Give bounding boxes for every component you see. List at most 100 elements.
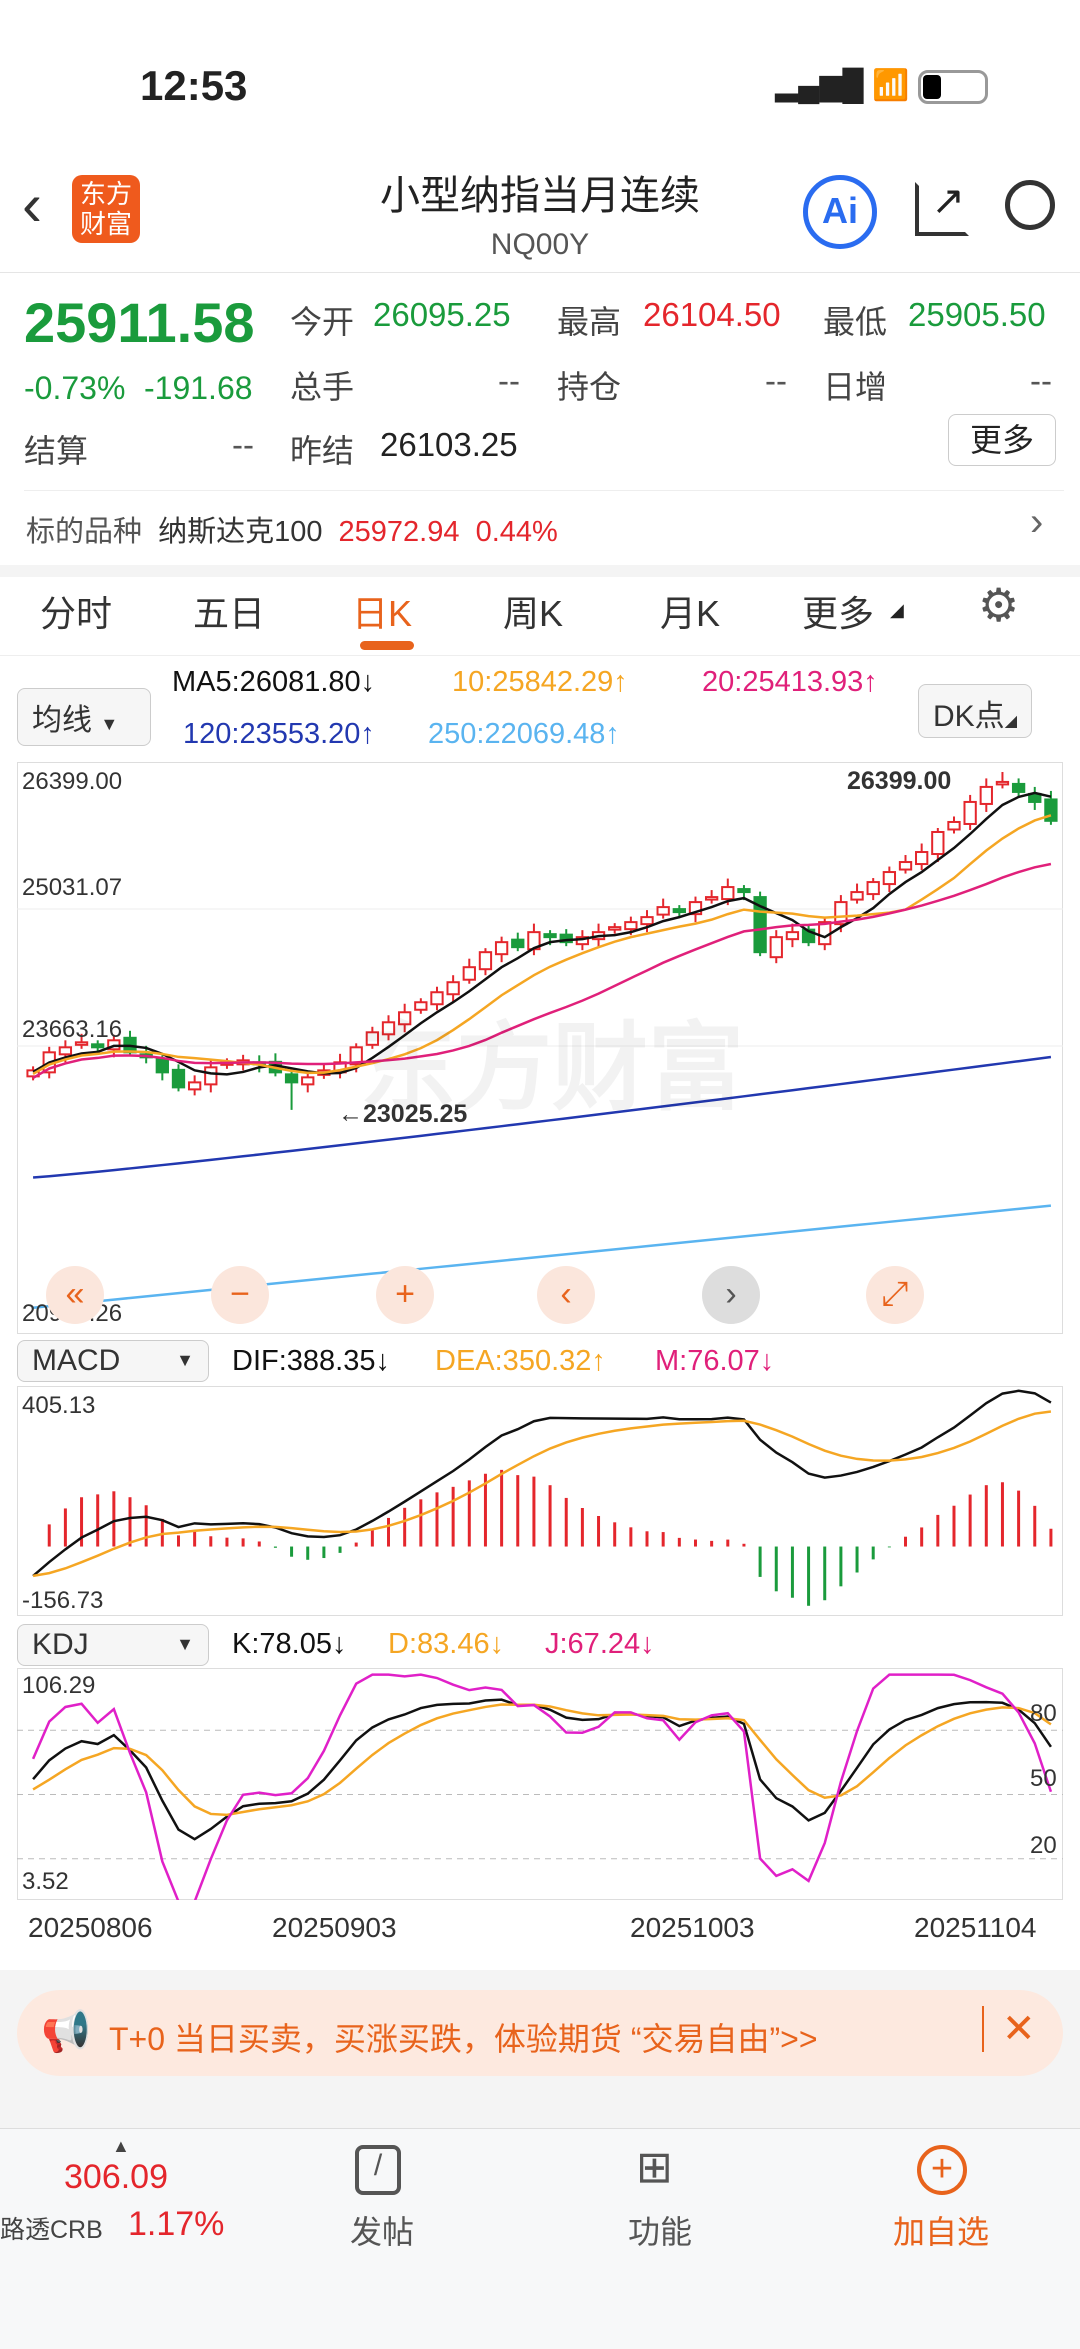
candle-body <box>301 1076 315 1086</box>
tab-more-caret: ◢ <box>890 600 904 620</box>
kdj-select[interactable]: KDJ ▼ <box>17 1624 209 1666</box>
functions-icon[interactable]: ⊞ <box>636 2142 673 2193</box>
candle-body <box>995 780 1010 786</box>
kdj-chart <box>17 1668 1063 1900</box>
crb-name: 路透CRB <box>0 2216 103 2244</box>
candle-body <box>91 1043 105 1049</box>
post-icon[interactable]: / <box>355 2145 401 2195</box>
ma20-legend: 20:25413.93↑ <box>702 666 878 698</box>
close-banner-icon[interactable]: ✕ <box>982 2006 1036 2052</box>
candle-body <box>640 916 654 926</box>
volume-label: 总手 <box>290 369 355 405</box>
kdj-j: J:67.24↓ <box>545 1628 655 1660</box>
candle-body <box>898 861 913 871</box>
status-icons: ▂▄▆█ 📶 <box>775 68 988 105</box>
candle-body <box>672 908 686 914</box>
add-watchlist-icon[interactable]: + <box>917 2145 967 2195</box>
candle-body <box>494 941 509 956</box>
candle-body <box>882 871 897 886</box>
candle-body <box>624 921 638 931</box>
dk-point-select[interactable]: DK点◢ <box>918 684 1032 738</box>
axis-label-top: 26399.00 <box>22 768 123 795</box>
crb-price[interactable]: 306.09 <box>64 2158 168 2197</box>
share-icon[interactable]: ↗ <box>915 181 969 236</box>
low-label: 最低 <box>823 304 888 340</box>
scroll-right-button[interactable]: › <box>702 1266 760 1324</box>
tab-more[interactable]: 更多 <box>802 585 874 637</box>
open-value: 26095.25 <box>373 296 511 333</box>
k-line <box>32 1698 1052 1841</box>
zoom-in-button[interactable]: + <box>376 1266 434 1324</box>
zoom-out-button[interactable]: − <box>211 1266 269 1324</box>
search-icon[interactable] <box>1005 180 1055 230</box>
kdj-k: K:78.05↓ <box>232 1628 347 1660</box>
crb-caret: ▲ <box>112 2136 130 2156</box>
megaphone-icon: 📢 <box>41 2010 91 2054</box>
underlying-row[interactable]: 标的品种 纳斯达克100 25972.94 0.44% <box>26 508 558 550</box>
candle-body <box>931 830 945 856</box>
banner-text: T+0 当日买卖，买涨买跌，体验期货 “交易自由”>> <box>109 2021 818 2057</box>
underlying-price: 25972.94 <box>338 516 460 548</box>
settle-label: 结算 <box>24 433 89 469</box>
date-label: 20251003 <box>630 1912 755 1943</box>
candle-body <box>58 1046 73 1056</box>
tab-monthly-k[interactable]: 月K <box>660 585 720 637</box>
candle-body <box>543 933 557 939</box>
underlying-label: 标的品种 <box>26 516 143 548</box>
macd-select[interactable]: MACD ▼ <box>17 1340 209 1382</box>
macd-dea: DEA:350.32↑ <box>435 1345 606 1377</box>
increase-value: -- <box>1030 362 1052 399</box>
add-watchlist-label[interactable]: 加自选 <box>893 2207 989 2253</box>
candle-body <box>785 931 800 941</box>
tab-weekly-k[interactable]: 周K <box>503 585 563 637</box>
more-button[interactable]: 更多 <box>948 414 1056 466</box>
fullscreen-button[interactable]: ⤢ <box>866 1266 924 1324</box>
divider <box>0 272 1080 273</box>
chevron-right-icon[interactable]: › <box>1030 500 1043 545</box>
candle-body <box>187 1081 202 1091</box>
scroll-left-button[interactable]: ‹ <box>537 1266 595 1324</box>
high-label: 最高 <box>557 304 622 340</box>
kdj-d: D:83.46↓ <box>388 1628 505 1660</box>
date-label: 20250806 <box>28 1912 153 1943</box>
dif-line <box>32 1389 1052 1577</box>
candle-body <box>818 921 832 946</box>
d-line <box>32 1703 1052 1817</box>
status-time: 12:53 <box>140 62 248 109</box>
ma250-legend: 250:22069.48↑ <box>428 718 620 750</box>
volume-value: -- <box>498 362 520 399</box>
candle-body <box>915 851 929 866</box>
post-label[interactable]: 发帖 <box>350 2207 414 2253</box>
divider <box>24 490 1064 491</box>
candle-body <box>462 966 476 981</box>
macd-chart <box>17 1386 1063 1616</box>
ma120-legend: 120:23553.20↑ <box>183 718 375 750</box>
candle-body <box>769 936 783 959</box>
settings-icon[interactable]: ⚙ <box>978 578 1019 632</box>
axis-label-mid: 25031.07 <box>22 874 123 901</box>
candle-body <box>947 820 961 831</box>
divider <box>0 565 1080 577</box>
axis-label-low: 23663.16 <box>22 1016 123 1043</box>
tab-intraday[interactable]: 分时 <box>40 585 112 637</box>
tab-daily-k[interactable]: 日K <box>352 585 412 637</box>
underlying-name: 纳斯达克100 <box>158 516 323 548</box>
indicator-select[interactable]: 均线 ▼ <box>17 688 151 746</box>
functions-label[interactable]: 功能 <box>628 2207 692 2253</box>
ai-button[interactable]: Ai <box>803 175 877 249</box>
dk-point-label: DK点 <box>933 700 1005 733</box>
candle-body <box>704 896 719 901</box>
scroll-left-fast-button[interactable]: « <box>46 1266 104 1324</box>
candle-body <box>511 938 525 949</box>
promo-banner[interactable]: 📢 T+0 当日买卖，买涨买跌，体验期货 “交易自由”>> ✕ <box>17 1990 1063 2076</box>
macd-bottom-label: -156.73 <box>22 1587 104 1614</box>
candle-body <box>979 785 993 805</box>
tab-five-day[interactable]: 五日 <box>193 585 265 637</box>
candle-body <box>656 906 670 916</box>
low-value: 25905.50 <box>908 296 1046 333</box>
kdj-line-80: 80 <box>1030 1700 1057 1727</box>
candle-body <box>963 800 977 825</box>
settle-value: -- <box>232 426 254 463</box>
prev-settle-label: 昨结 <box>290 433 355 469</box>
oi-label: 持仓 <box>557 369 622 405</box>
